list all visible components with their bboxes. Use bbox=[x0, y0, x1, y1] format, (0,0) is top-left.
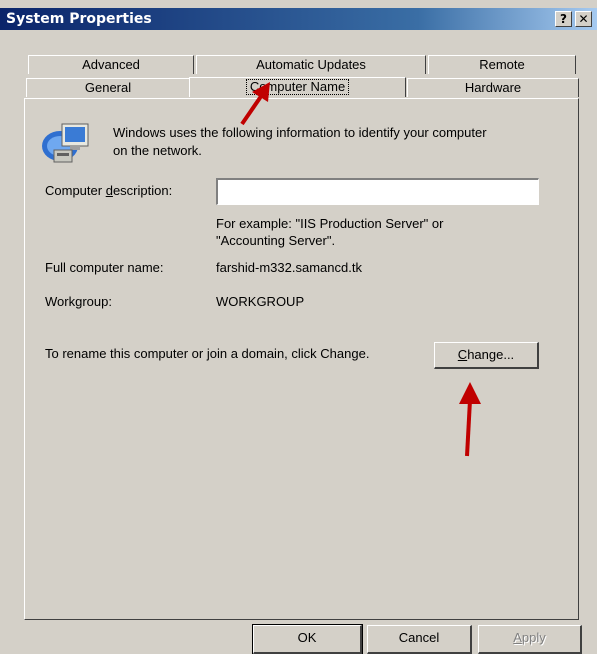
cancel-button[interactable]: Cancel bbox=[367, 625, 472, 654]
computer-network-icon bbox=[42, 123, 89, 163]
example-text-line1: For example: "IIS Production Server" or bbox=[216, 216, 444, 231]
example-text-line2: "Accounting Server". bbox=[216, 233, 336, 248]
computer-description-input[interactable] bbox=[216, 178, 539, 205]
annotation-arrow-tab bbox=[240, 82, 270, 126]
close-button[interactable]: ✕ bbox=[575, 11, 592, 27]
tab-computer-name[interactable]: Computer Name bbox=[189, 77, 406, 97]
workgroup-label: Workgroup: bbox=[45, 294, 112, 309]
tab-advanced[interactable]: Advanced bbox=[28, 55, 194, 74]
help-button[interactable]: ? bbox=[555, 11, 572, 27]
full-computer-name-value: farshid-m332.samancd.tk bbox=[216, 260, 362, 275]
ok-button[interactable]: OK bbox=[252, 624, 363, 654]
annotation-arrow-change bbox=[459, 382, 481, 457]
full-computer-name-label: Full computer name: bbox=[45, 260, 164, 275]
tab-hardware[interactable]: Hardware bbox=[407, 78, 579, 97]
tab-remote[interactable]: Remote bbox=[428, 55, 576, 74]
tab-general[interactable]: General bbox=[26, 78, 190, 97]
info-text-line2: on the network. bbox=[113, 143, 202, 158]
change-button[interactable]: Change... bbox=[434, 342, 539, 369]
title-bar[interactable]: System Properties ? ✕ bbox=[0, 8, 597, 30]
window-title: System Properties bbox=[6, 11, 152, 27]
computer-description-label: Computer description: bbox=[45, 183, 173, 198]
apply-button[interactable]: Apply bbox=[478, 625, 582, 654]
workgroup-value: WORKGROUP bbox=[216, 294, 305, 309]
tab-automatic-updates[interactable]: Automatic Updates bbox=[196, 55, 426, 74]
info-text-line1: Windows uses the following information t… bbox=[113, 125, 487, 140]
rename-instruction-text: To rename this computer or join a domain… bbox=[45, 346, 370, 361]
system-properties-dialog: System Properties ? ✕ Advanced Automatic… bbox=[0, 0, 597, 654]
